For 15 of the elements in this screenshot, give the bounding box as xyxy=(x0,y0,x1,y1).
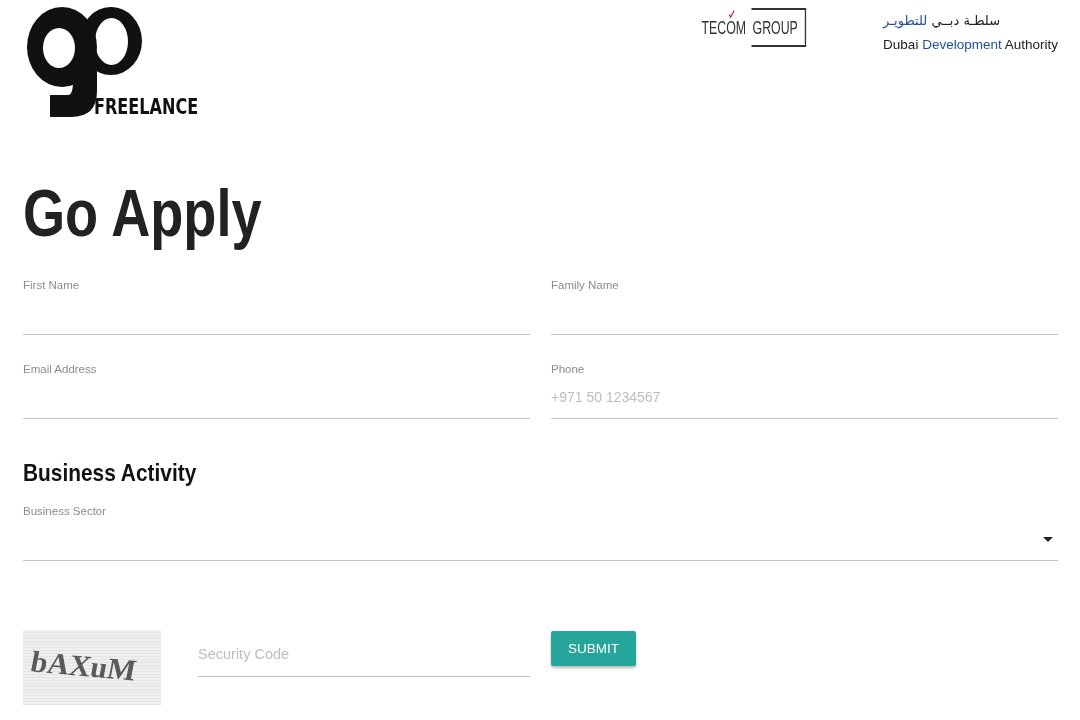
field-label: First Name xyxy=(23,278,80,292)
captcha-text: bAXuM xyxy=(28,645,139,686)
field-label: Phone xyxy=(551,362,585,376)
logo-text: Dubai Development Authority xyxy=(883,37,1058,53)
field-label: Business Sector xyxy=(23,504,107,518)
logo-wordmark: TECOM xyxy=(701,20,746,35)
field-label: Family Name xyxy=(551,278,619,292)
logo-wordmark: GROUP xyxy=(751,8,807,47)
section-heading: Business Activity xyxy=(23,459,197,487)
field-label: Email Address xyxy=(23,362,97,376)
input-field[interactable]: Security Code xyxy=(198,642,530,677)
input-field[interactable]: +971 50 1234567 xyxy=(551,376,1058,419)
caret-icon xyxy=(1043,536,1053,542)
logo-wordmark: FREELANCE xyxy=(94,96,199,118)
submit-button[interactable]: SUBMIT xyxy=(551,631,636,666)
